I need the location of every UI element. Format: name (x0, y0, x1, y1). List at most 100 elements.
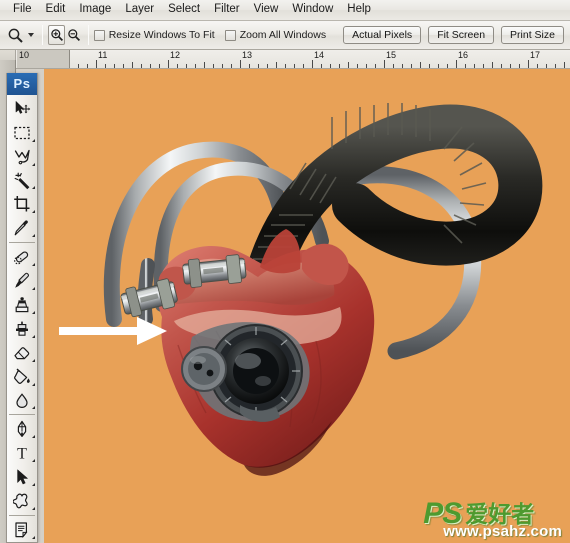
photoshop-window: File Edit Image Layer Select Filter View… (0, 0, 570, 543)
ruler-minor-tick (357, 64, 358, 68)
ruler-minor-tick (204, 62, 205, 68)
options-divider-2 (87, 25, 89, 45)
ruler-label-14: 14 (314, 50, 325, 60)
camera-lens-assembly (181, 322, 310, 422)
artwork-layer: PS 爱好者 www.psahz.com (44, 69, 570, 543)
ruler-minor-tick (375, 64, 376, 68)
resize-windows-to-fit-checkbox[interactable]: Resize Windows To Fit (93, 29, 215, 41)
history-brush-tool[interactable] (7, 317, 37, 341)
ruler-minor-tick (114, 64, 115, 68)
svg-text:T: T (17, 446, 27, 463)
gradient-tool[interactable] (7, 365, 37, 389)
ruler-major-tick (168, 60, 169, 68)
ruler-minor-tick (141, 64, 142, 68)
chevron-down-icon[interactable] (25, 25, 37, 45)
ruler-minor-tick (285, 64, 286, 68)
ruler-major-tick (384, 60, 385, 68)
ruler-label-15: 15 (386, 50, 397, 60)
menu-select[interactable]: Select (161, 1, 207, 19)
photoshop-logo: Ps (7, 73, 37, 95)
pointer-arrow (59, 317, 167, 345)
custom-shape-tool[interactable] (7, 489, 37, 513)
ruler-minor-tick (501, 64, 502, 68)
notes-tool[interactable] (7, 518, 37, 542)
rectangular-marquee-tool[interactable] (7, 121, 37, 145)
print-size-button[interactable]: Print Size (501, 26, 564, 44)
ruler-minor-tick (186, 64, 187, 68)
menu-layer[interactable]: Layer (118, 1, 161, 19)
checkbox-box (224, 29, 236, 41)
ruler-minor-tick (483, 64, 484, 68)
blur-tool[interactable] (7, 389, 37, 413)
ruler-minor-tick (132, 62, 133, 68)
checkbox-box (93, 29, 105, 41)
document-canvas[interactable]: PS 爱好者 www.psahz.com (44, 69, 570, 543)
magic-wand-tool[interactable] (7, 169, 37, 193)
ruler-label-17: 17 (530, 50, 541, 60)
move-tool[interactable] (7, 97, 37, 121)
tool-separator-2 (9, 414, 35, 416)
menu-edit[interactable]: Edit (39, 1, 73, 19)
ruler-minor-tick (555, 64, 556, 68)
ruler-minor-tick (78, 64, 79, 68)
ruler-minor-tick (123, 64, 124, 68)
horizontal-ruler[interactable]: ▸▸ 10 11 12 13 14 15 16 17 (0, 50, 570, 69)
crop-tool[interactable] (7, 192, 37, 216)
eraser-tool[interactable] (7, 341, 37, 365)
ruler-minor-tick (474, 64, 475, 68)
fit-screen-button[interactable]: Fit Screen (428, 26, 495, 44)
type-tool[interactable]: T (7, 441, 37, 465)
ruler-minor-tick (231, 64, 232, 68)
ruler-major-tick (528, 60, 529, 68)
ruler-minor-tick (276, 62, 277, 68)
ruler-minor-tick (402, 64, 403, 68)
ruler-minor-tick (159, 64, 160, 68)
ruler-label-16: 16 (458, 50, 469, 60)
ruler-minor-tick (393, 64, 394, 68)
ruler-major-tick (96, 60, 97, 68)
camera-viewfinder-knob (181, 346, 227, 392)
ruler-minor-tick (438, 64, 439, 68)
ruler-major-tick (456, 60, 457, 68)
ruler-minor-tick (213, 64, 214, 68)
zoom-all-windows-label: Zoom All Windows (239, 29, 327, 41)
ruler-major-tick (312, 60, 313, 68)
lasso-tool[interactable] (7, 145, 37, 169)
healing-brush-tool[interactable] (7, 245, 37, 269)
tool-options-bar: Resize Windows To Fit Zoom All Windows A… (0, 21, 570, 50)
zoom-tool-icon[interactable] (6, 24, 25, 46)
menu-window[interactable]: Window (285, 1, 340, 19)
ruler-minor-tick (366, 64, 367, 68)
ruler-minor-tick (267, 64, 268, 68)
ruler-minor-tick (222, 64, 223, 68)
menu-image[interactable]: Image (72, 1, 118, 19)
ruler-major-tick (240, 60, 241, 68)
brush-tool[interactable] (7, 269, 37, 293)
eyedropper-tool[interactable] (7, 216, 37, 240)
tools-panel: Ps T (6, 73, 38, 543)
actual-pixels-button[interactable]: Actual Pixels (343, 26, 422, 44)
ruler-minor-tick (195, 64, 196, 68)
ruler-minor-tick (177, 64, 178, 68)
menu-file[interactable]: File (6, 1, 39, 19)
ruler-label-11: 11 (98, 50, 108, 60)
pen-tool[interactable] (7, 417, 37, 441)
ruler-minor-tick (492, 62, 493, 68)
site-watermark: PS 爱好者 www.psahz.com (423, 499, 562, 540)
ruler-minor-tick (105, 64, 106, 68)
ruler-minor-tick (249, 64, 250, 68)
ruler-minor-tick (330, 64, 331, 68)
zoom-out-icon[interactable] (65, 25, 82, 45)
ruler-minor-tick (537, 64, 538, 68)
zoom-in-icon[interactable] (47, 25, 66, 45)
ruler-minor-tick (339, 64, 340, 68)
menu-filter[interactable]: Filter (207, 1, 247, 19)
tool-separator-3 (9, 515, 35, 517)
menu-view[interactable]: View (247, 1, 286, 19)
menu-help[interactable]: Help (340, 1, 378, 19)
path-selection-tool[interactable] (7, 465, 37, 489)
clone-stamp-tool[interactable] (7, 293, 37, 317)
zoom-all-windows-checkbox[interactable]: Zoom All Windows (224, 29, 327, 41)
ruler-minor-tick (348, 62, 349, 68)
options-divider-1 (41, 25, 43, 45)
